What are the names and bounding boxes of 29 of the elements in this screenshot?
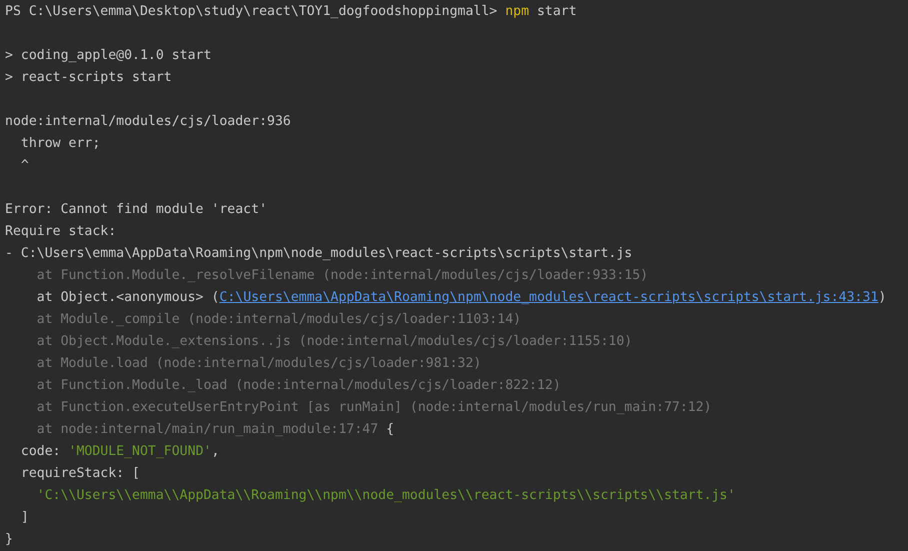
- stack-trace-text: at Module._compile (node:internal/modules/cjs/loader:1103:14): [36, 312, 522, 327]
- command-text: npm: [505, 4, 530, 19]
- terminal-text: throw err;: [20, 136, 100, 151]
- terminal-text: node:internal/modules/cjs/loader:936: [5, 114, 291, 129]
- terminal-text: Require stack:: [5, 224, 116, 239]
- terminal-text: Error: Cannot find module 'react': [5, 202, 268, 217]
- stack-trace-text: at Function.Module._load (node:internal/modules/cjs/loader:822:12): [36, 378, 561, 393]
- terminal-text: - C:\Users\emma\AppData\Roaming\npm\node_modules\react-scripts\scripts\start.js: [5, 246, 632, 261]
- stack-trace-text: at node:internal/main/run_main_module:17:47: [36, 422, 378, 437]
- stack-trace-text: at Object.Module._extensions..js (node:internal/modules/cjs/loader:1155:10): [36, 334, 632, 349]
- string-literal: 'MODULE_NOT_FOUND': [68, 444, 212, 459]
- stack-trace-text: at Function.executeUserEntryPoint [as runMain] (node:internal/modules/run_main:77:12): [36, 400, 712, 415]
- file-link[interactable]: C:\Users\emma\AppData\Roaming\npm\node_modules\react-scripts\scripts\start.js:43:31: [219, 290, 878, 305]
- terminal-text: > coding_apple@0.1.0 start: [5, 48, 212, 63]
- terminal-text: ,: [211, 444, 220, 459]
- terminal-text: ^: [20, 158, 29, 173]
- terminal-text: ): [878, 290, 886, 305]
- terminal-text: {: [385, 422, 394, 437]
- terminal-text: requireStack: [: [20, 466, 140, 481]
- string-literal: 'C:\\Users\\emma\\AppData\\Roaming\\npm\\node_modules\\react-scripts\\scripts\\start.js': [36, 488, 736, 503]
- terminal-text: > react-scripts start: [5, 70, 172, 85]
- stack-trace-text: at Function.Module._resolveFilename (node:internal/modules/cjs/loader:933:15): [36, 268, 648, 283]
- terminal-text: code:: [20, 444, 62, 459]
- terminal-text: ]: [20, 510, 29, 525]
- terminal-text: }: [5, 532, 13, 547]
- terminal-text: PS C:\Users\emma\Desktop\study\react\TOY1_dogfoodshoppingmall>: [5, 4, 498, 19]
- stack-trace-text: at Module.load (node:internal/modules/cjs/loader:981:32): [36, 356, 482, 371]
- terminal-text: start: [536, 4, 577, 19]
- terminal-text: at Object.<anonymous> (: [36, 290, 220, 305]
